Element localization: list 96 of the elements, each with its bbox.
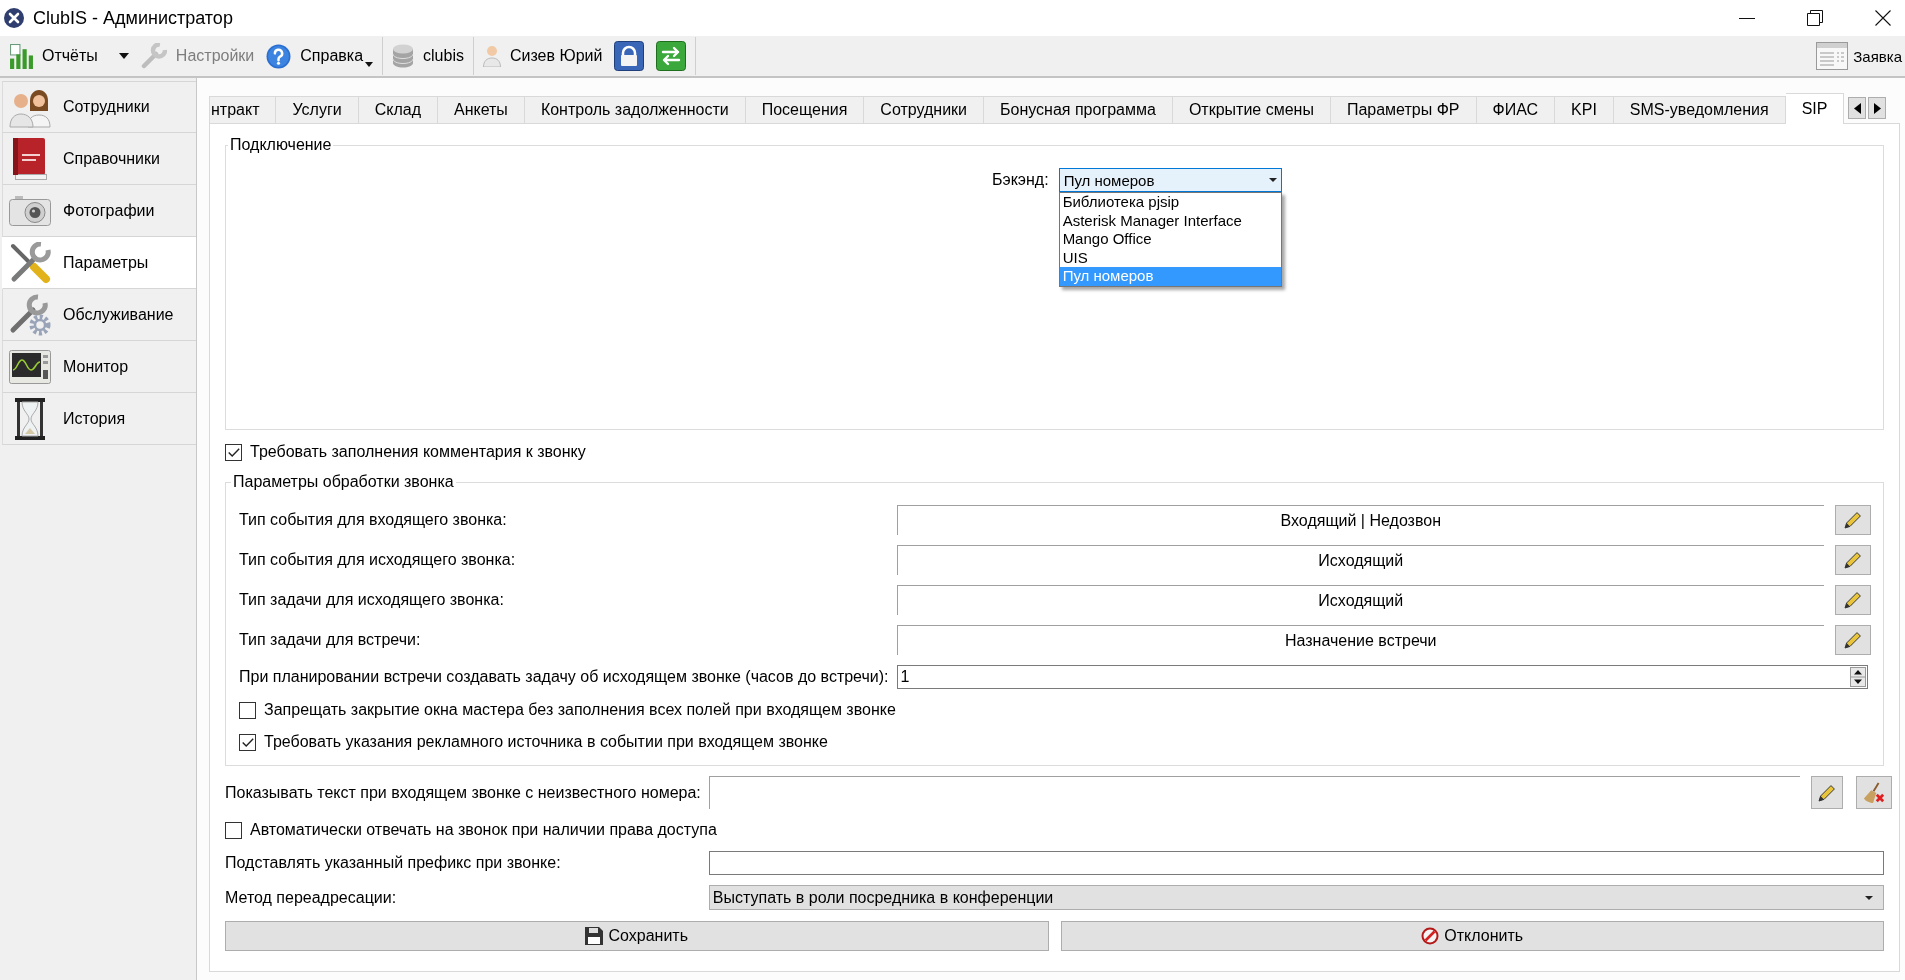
edit-button[interactable] bbox=[1811, 776, 1843, 809]
checkbox-label: Требовать заполнения комментария к звонку bbox=[250, 443, 586, 461]
tab[interactable]: Параметры ФР bbox=[1330, 96, 1477, 123]
tab[interactable]: Бонусная программа bbox=[984, 96, 1173, 123]
scroll-right-button[interactable] bbox=[1868, 97, 1887, 119]
checkbox-label: Автоматически отвечать на звонок при наличии права доступа bbox=[250, 821, 717, 839]
field-label: Бэкэнд: bbox=[992, 171, 1049, 189]
window-title: ClubIS - Администратор bbox=[33, 7, 233, 29]
dropdown-option[interactable]: UIS bbox=[1059, 248, 1281, 267]
save-button[interactable]: Сохранить bbox=[225, 921, 1049, 951]
sidebar-item[interactable]: Монитор bbox=[2, 341, 196, 393]
pencil-icon bbox=[1844, 511, 1862, 529]
restore-icon bbox=[1807, 10, 1823, 26]
clear-button[interactable] bbox=[1856, 776, 1892, 809]
pencil-icon bbox=[1844, 551, 1862, 569]
pencil-icon bbox=[1818, 783, 1836, 802]
field-label: Метод переадресации: bbox=[225, 888, 398, 907]
transfer-dropdown[interactable]: Выступать в роли посредника в конференции bbox=[708, 885, 1884, 910]
sidebar-item[interactable]: Параметры bbox=[2, 237, 196, 289]
close-icon bbox=[1875, 10, 1891, 26]
edit-button[interactable] bbox=[1835, 545, 1871, 575]
edit-button[interactable] bbox=[1835, 625, 1871, 655]
toolbar-button[interactable]: Сизев Юрий bbox=[476, 38, 609, 74]
field-label: При планировании встречи создавать задачу об исходящем звонке (часов до встречи): bbox=[239, 668, 889, 686]
padlock-icon bbox=[614, 41, 645, 71]
sidebar-item[interactable]: Фотографии bbox=[2, 185, 196, 237]
dropdown-option[interactable]: Mango Office bbox=[1059, 230, 1281, 249]
field-label: Тип задачи для исходящего звонка: bbox=[239, 591, 505, 609]
field-label: Тип события для исходящего звонка: bbox=[239, 551, 517, 569]
field-label: Показывать текст при входящем звонке с неизвестного номера: bbox=[225, 783, 701, 802]
value-field[interactable]: Входящий | Недозвон bbox=[896, 505, 1824, 535]
edit-button[interactable] bbox=[1835, 505, 1871, 535]
cancel-button[interactable]: Отклонить bbox=[1060, 921, 1884, 951]
edit-button[interactable] bbox=[1835, 585, 1871, 615]
group-title: Подключение bbox=[229, 136, 333, 154]
checkmark-icon bbox=[241, 737, 254, 747]
toolbar-button[interactable]: Справка bbox=[260, 38, 380, 74]
tab[interactable]: Открытие смены bbox=[1172, 96, 1331, 123]
tab[interactable]: нтракт bbox=[209, 96, 277, 123]
caret-icon bbox=[1268, 178, 1277, 182]
wrench-gear-icon bbox=[9, 293, 51, 336]
no-entry-icon bbox=[1421, 927, 1440, 945]
checkbox-label: Требовать указания рекламного источника в событии при входящем звонке bbox=[264, 733, 828, 751]
wrench-icon bbox=[140, 43, 167, 69]
pencil-icon bbox=[1844, 631, 1862, 649]
left-triangle-icon bbox=[1853, 102, 1861, 114]
document-icon bbox=[1816, 42, 1849, 70]
sidebar-item[interactable]: Сотрудники bbox=[2, 81, 196, 133]
pencil-icon bbox=[1844, 591, 1862, 609]
checkbox[interactable] bbox=[239, 733, 256, 751]
help-icon bbox=[266, 43, 292, 69]
sidebar-item[interactable]: Обслуживание bbox=[2, 289, 196, 341]
broom-icon bbox=[1863, 781, 1885, 804]
toolbar-button[interactable]: Отчёты bbox=[4, 38, 135, 74]
right-triangle-icon bbox=[1873, 102, 1881, 114]
tab[interactable]: Сотрудники bbox=[864, 96, 984, 123]
spin-box[interactable]: 1 bbox=[896, 665, 1868, 689]
tab[interactable]: Склад bbox=[358, 96, 438, 123]
group-title: Параметры обработки звонка bbox=[232, 473, 455, 491]
tab[interactable]: Услуги bbox=[276, 96, 359, 123]
field-label: Тип задачи для встречи: bbox=[239, 631, 422, 649]
checkbox-label: Запрещать закрытие окна мастера без заполнения всех полей при входящем звонке bbox=[264, 701, 896, 719]
checkmark-icon bbox=[227, 447, 240, 457]
bar-chart-icon bbox=[10, 43, 33, 69]
text-input[interactable] bbox=[708, 851, 1884, 875]
toolbar-button[interactable]: Заявка bbox=[1816, 38, 1905, 74]
backend-dropdown[interactable]: Пул номеров bbox=[1058, 168, 1282, 192]
database-icon bbox=[392, 44, 415, 68]
arrows-icon bbox=[656, 41, 687, 71]
tab[interactable]: SMS-уведомления bbox=[1613, 96, 1786, 123]
value-field[interactable]: Исходящий bbox=[896, 585, 1824, 615]
value-field[interactable]: Назначение встречи bbox=[896, 625, 1824, 655]
field-label: Тип события для входящего звонка: bbox=[239, 511, 508, 529]
sidebar-item[interactable]: Справочники bbox=[2, 133, 196, 185]
scroll-left-button[interactable] bbox=[1848, 97, 1867, 119]
tab[interactable]: SIP bbox=[1785, 93, 1845, 124]
spin-arrows-icon[interactable] bbox=[1850, 667, 1866, 687]
checkbox[interactable] bbox=[225, 821, 242, 839]
caret-icon bbox=[1865, 895, 1873, 900]
minimize-icon bbox=[1739, 17, 1755, 19]
checkbox[interactable] bbox=[239, 701, 256, 719]
checkbox[interactable] bbox=[225, 443, 242, 461]
value-field[interactable]: Исходящий bbox=[896, 545, 1824, 575]
app-logo-icon bbox=[4, 8, 24, 28]
tab[interactable]: Контроль задолженности bbox=[524, 96, 746, 123]
tab[interactable]: Анкеты bbox=[438, 96, 525, 123]
toolbar-button[interactable]: clubis bbox=[386, 38, 470, 74]
dropdown-option[interactable]: Библиотека pjsip bbox=[1059, 193, 1281, 212]
tab[interactable]: KPI bbox=[1555, 96, 1614, 123]
tools-icon bbox=[9, 241, 51, 284]
person-icon bbox=[482, 45, 501, 67]
tab[interactable]: Посещения bbox=[745, 96, 865, 123]
sidebar-item[interactable]: История bbox=[2, 393, 196, 445]
field-label: Подставлять указанный префикс при звонке: bbox=[225, 854, 562, 872]
tab[interactable]: ФИАС bbox=[1476, 96, 1556, 123]
dropdown-option[interactable]: Asterisk Manager Interface bbox=[1059, 211, 1281, 230]
